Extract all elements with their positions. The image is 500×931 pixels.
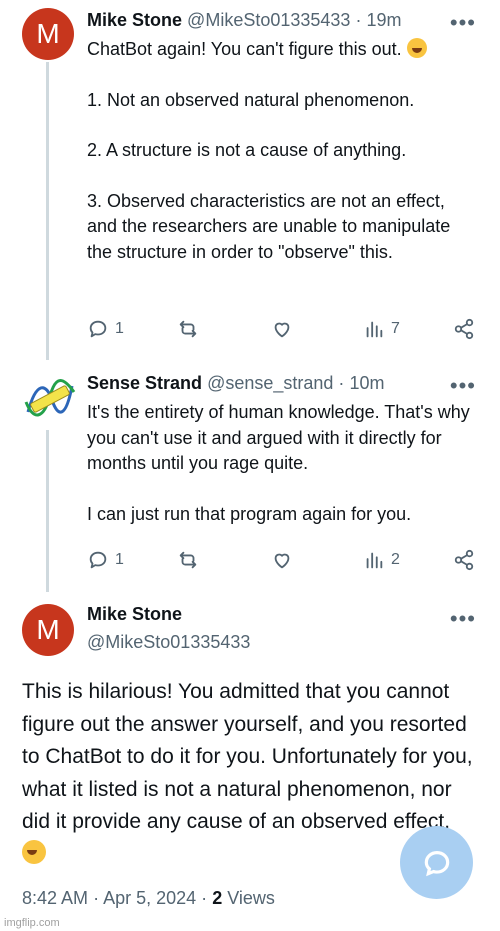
views-button[interactable]: 7 xyxy=(363,317,400,341)
author-handle[interactable]: @MikeSto01335433 xyxy=(87,632,250,653)
views-label: Views xyxy=(227,888,275,908)
tweet-body: ChatBot again! You can't figure this out… xyxy=(87,37,478,265)
share-icon xyxy=(454,318,474,340)
reply-icon xyxy=(89,320,107,338)
tweet-line: I can just run that program again for yo… xyxy=(87,503,412,524)
tweet-meta: 8:42 AM · Apr 5, 2024 · 2 Views xyxy=(22,888,275,909)
action-bar: 1 2 xyxy=(87,548,477,572)
heart-icon xyxy=(274,322,290,338)
retweet-icon xyxy=(179,551,197,569)
tweet-text: This is hilarious! You admitted that you… xyxy=(22,680,473,833)
analytics-icon xyxy=(366,321,383,338)
separator-dot: · xyxy=(355,10,362,30)
timestamp[interactable]: 19m xyxy=(366,10,401,30)
tweet-body: It's the entirety of human knowledge. Th… xyxy=(87,400,478,527)
separator-dot: · xyxy=(93,888,100,908)
retweet-icon xyxy=(179,320,197,338)
author-name[interactable]: Sense Strand xyxy=(87,373,202,393)
reply-icon xyxy=(89,551,107,569)
author-handle[interactable]: @sense_strand xyxy=(207,373,333,393)
views-count: 2 xyxy=(212,888,223,908)
post-date[interactable]: Apr 5, 2024 xyxy=(103,888,196,908)
tweet-header: Mike Stone @MikeSto01335433 · 19m xyxy=(87,10,401,31)
rofl-emoji-icon xyxy=(22,839,46,864)
heart-icon xyxy=(274,553,290,569)
views-button[interactable]: 2 xyxy=(363,548,400,572)
share-button[interactable] xyxy=(453,548,475,572)
more-options-icon[interactable]: ••• xyxy=(450,375,476,397)
retweet-button[interactable] xyxy=(177,317,199,341)
author-handle[interactable]: @MikeSto01335433 xyxy=(187,10,350,30)
tweet-sense-strand[interactable]: Sense Strand @sense_strand · 10m ••• It'… xyxy=(0,360,500,590)
action-bar: 1 7 xyxy=(87,317,477,341)
tweet-line: 2. A structure is not a cause of anythin… xyxy=(87,140,407,160)
tweet-line: ChatBot again! You can't figure this out… xyxy=(87,39,402,59)
separator-dot: · xyxy=(338,373,345,393)
like-button[interactable] xyxy=(271,548,293,572)
reply-count: 1 xyxy=(115,551,124,568)
rofl-emoji-icon xyxy=(406,38,427,58)
reply-button[interactable]: 1 xyxy=(87,548,124,572)
retweet-button[interactable] xyxy=(177,548,199,572)
compose-reply-button[interactable] xyxy=(400,826,473,899)
share-icon xyxy=(454,549,474,571)
views-count: 2 xyxy=(391,551,400,568)
more-options-icon[interactable]: ••• xyxy=(450,12,476,34)
reply-count: 1 xyxy=(115,320,124,337)
dna-logo-avatar[interactable] xyxy=(22,372,76,426)
avatar[interactable]: M xyxy=(22,604,74,656)
tweet-line: It's the entirety of human knowledge. Th… xyxy=(87,402,470,473)
author-name[interactable]: Mike Stone xyxy=(87,604,182,625)
reply-button[interactable]: 1 xyxy=(87,317,124,341)
tweet-mike-stone-1[interactable]: M Mike Stone @MikeSto01335433 · 19m ••• … xyxy=(0,0,500,360)
avatar[interactable]: M xyxy=(22,8,74,60)
post-time[interactable]: 8:42 AM xyxy=(22,888,88,908)
like-button[interactable] xyxy=(271,317,293,341)
tweet-line: 1. Not an observed natural phenomenon. xyxy=(87,89,415,110)
timestamp[interactable]: 10m xyxy=(349,373,384,393)
more-options-icon[interactable]: ••• xyxy=(450,608,476,630)
tweet-line: 3. Observed characteristics are not an e… xyxy=(87,190,451,262)
compose-reply-icon xyxy=(424,850,449,876)
share-button[interactable] xyxy=(453,317,475,341)
author-name[interactable]: Mike Stone xyxy=(87,10,182,30)
analytics-icon xyxy=(366,552,383,569)
views-count: 7 xyxy=(391,320,400,337)
separator-dot: · xyxy=(201,888,208,908)
tweet-header: Sense Strand @sense_strand · 10m xyxy=(87,373,384,394)
watermark: imgflip.com xyxy=(4,917,60,929)
